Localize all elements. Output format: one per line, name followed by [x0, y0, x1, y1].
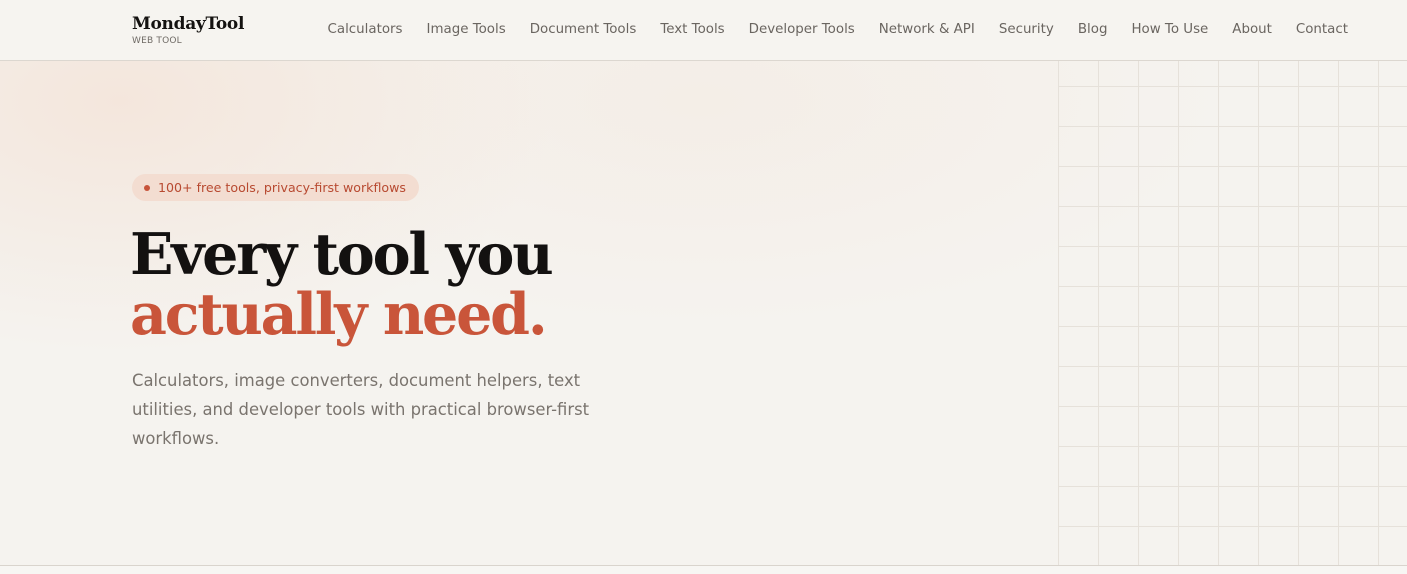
hero-section: 100+ free tools, privacy-first workflows… — [0, 61, 1407, 566]
main-nav: Calculators Image Tools Document Tools T… — [328, 0, 1348, 60]
nav-item-security[interactable]: Security — [999, 21, 1054, 39]
site-header: MondayTool WEB TOOL Calculators Image To… — [0, 0, 1407, 61]
nav-item-about[interactable]: About — [1232, 21, 1272, 39]
next-section-edge — [0, 566, 1407, 574]
hero-badge: 100+ free tools, privacy-first workflows — [132, 174, 419, 201]
nav-item-developer-tools[interactable]: Developer Tools — [749, 21, 855, 39]
nav-item-network-api[interactable]: Network & API — [879, 21, 975, 39]
nav-item-contact[interactable]: Contact — [1296, 21, 1348, 39]
brand-name: MondayTool — [132, 14, 245, 34]
hero-headline: Every tool you actually need. — [130, 221, 554, 348]
hero-badge-text: 100+ free tools, privacy-first workflows — [158, 179, 406, 195]
hero-description: Calculators, image converters, document … — [132, 371, 590, 448]
nav-item-image-tools[interactable]: Image Tools — [427, 21, 506, 39]
nav-item-how-to-use[interactable]: How To Use — [1131, 21, 1208, 39]
decorative-grid — [1058, 61, 1407, 566]
nav-item-text-tools[interactable]: Text Tools — [660, 21, 724, 39]
badge-dot-icon — [144, 184, 150, 191]
brand-logo-link[interactable]: MondayTool WEB TOOL — [132, 13, 244, 47]
nav-item-document-tools[interactable]: Document Tools — [530, 21, 637, 39]
hero-headline-line1: Every tool you — [130, 221, 554, 288]
nav-item-blog[interactable]: Blog — [1078, 21, 1108, 39]
brand-subtitle: WEB TOOL — [132, 36, 182, 46]
hero-headline-line2: actually need. — [130, 281, 548, 348]
nav-item-calculators[interactable]: Calculators — [328, 21, 403, 39]
